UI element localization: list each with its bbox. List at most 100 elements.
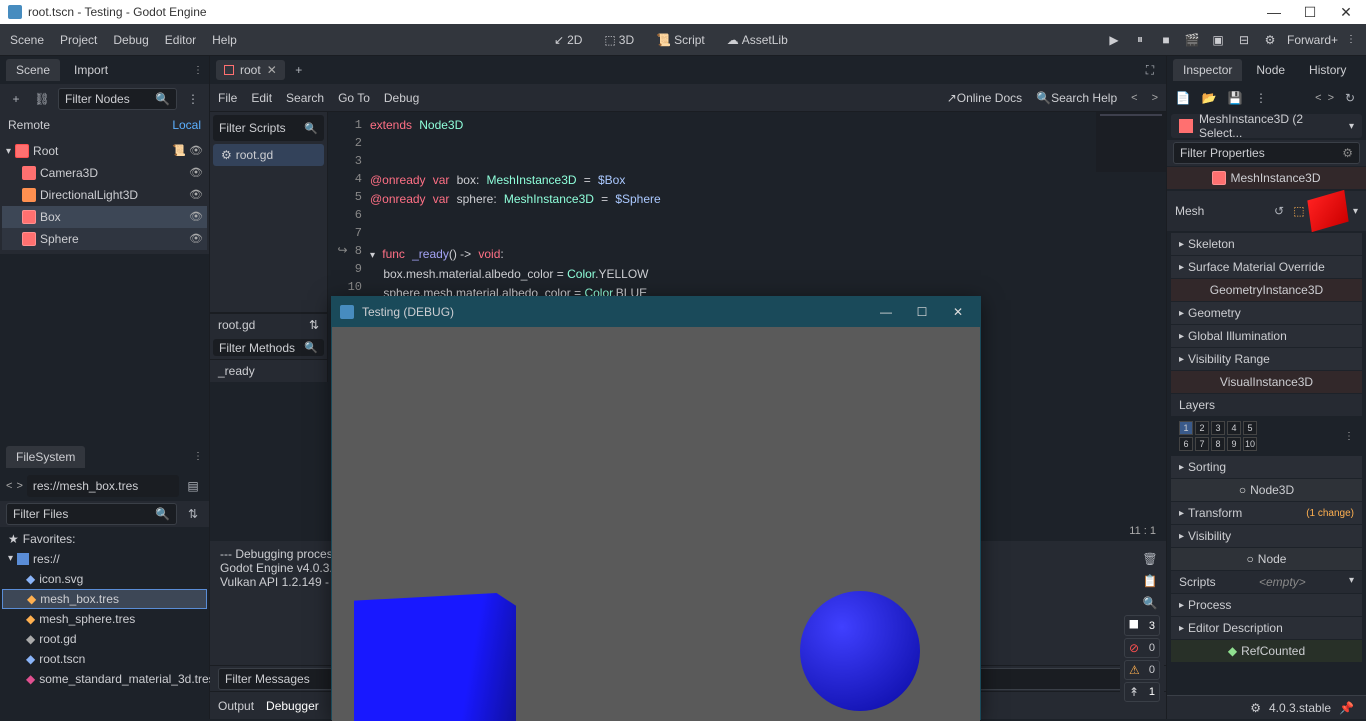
warning-count[interactable]: ⚠0 [1124,660,1160,680]
prop-mesh-dropdown[interactable]: ▾ [1353,206,1358,217]
game-maximize-button[interactable]: ☐ [908,305,936,319]
menu-debug[interactable]: Debug [113,33,148,47]
scene-menu-icon[interactable]: ⋮ [183,89,203,109]
layer-2[interactable]: 2 [1195,421,1209,435]
class-header-geometryinstance3d[interactable]: GeometryInstance3D [1171,279,1362,301]
remote-toggle[interactable]: Remote [8,118,50,132]
sect-visibility[interactable]: ▸Visibility [1171,525,1362,547]
sect-skeleton[interactable]: ▸Skeleton [1171,233,1362,255]
maximize-button[interactable]: ☐ [1298,4,1322,21]
online-docs-button[interactable]: ↗Online Docs [947,91,1022,105]
clear-output-button[interactable]: 🗑 [1140,549,1160,569]
search-help-button[interactable]: 🔍Search Help [1036,91,1117,105]
filter-scripts-input[interactable]: Filter Scripts🔍 [213,115,324,141]
dock-menu-icon[interactable]: ⋮ [193,65,203,76]
script-nav-back[interactable]: < [1131,92,1137,104]
renderer-select[interactable]: Forward+ [1287,33,1338,47]
menu-help[interactable]: Help [212,33,237,47]
layers-menu-icon[interactable]: ⋮ [1344,431,1354,442]
mode-assetlib[interactable]: ☁AssetLib [721,29,794,51]
tab-scene[interactable]: Scene [6,59,60,81]
link-node-button[interactable]: ⛓ [32,89,52,109]
close-button[interactable]: ✕ [1334,4,1358,21]
tab-filesystem[interactable]: FileSystem [6,446,85,468]
filter-nodes-input[interactable]: Filter Nodes🔍 [58,88,177,110]
layer-1[interactable]: 1 [1179,421,1193,435]
sect-gi[interactable]: ▸Global Illumination [1171,325,1362,347]
sect-editor-desc[interactable]: ▸Editor Description [1171,617,1362,639]
inspector-object[interactable]: MeshInstance3D (2 Select...▾ [1171,114,1362,138]
prop-mesh-res-icon[interactable]: ⬚ [1289,201,1309,221]
script-name-row[interactable]: root.gd⇅ [210,313,327,336]
insp-fwd-button[interactable]: > [1328,92,1334,104]
res-root-row[interactable]: ▾res:// [2,549,207,569]
sect-vis-range[interactable]: ▸Visibility Range [1171,348,1362,370]
script-menu-debug[interactable]: Debug [384,91,419,105]
play-scene-button[interactable]: 🎬 [1183,31,1201,49]
insp-history-button[interactable]: ↻ [1340,88,1360,108]
fs-sort-button[interactable]: ⇅ [183,504,203,524]
sect-sorting[interactable]: ▸Sorting [1171,456,1362,478]
script-menu-goto[interactable]: Go To [338,91,370,105]
prop-mesh-reset[interactable]: ↺ [1269,201,1289,221]
sect-process[interactable]: ▸Process [1171,594,1362,616]
class-header-node3d[interactable]: ○ Node3D [1171,479,1362,501]
play-project-button[interactable]: ▶ [1105,31,1123,49]
fs-path[interactable]: res://mesh_box.tres [27,475,179,497]
distraction-free-button[interactable]: ⛶ [1140,60,1160,80]
insp-load-button[interactable]: 📂 [1199,88,1219,108]
game-close-button[interactable]: ✕ [944,305,972,319]
bottom-tab-output[interactable]: Output [218,699,254,713]
file-mesh_sphere-tres[interactable]: ◆ mesh_sphere.tres [2,609,207,629]
insp-new-button[interactable]: 📄 [1173,88,1193,108]
script-list-item[interactable]: ⚙ root.gd [213,144,324,166]
mesh-preview[interactable] [1307,190,1348,232]
code-editor[interactable]: extends Node3D @onready var box: MeshIns… [370,112,1166,312]
file-root-tscn[interactable]: ◆ root.tscn [2,649,207,669]
layer-8[interactable]: 8 [1211,437,1225,451]
search-output-button[interactable]: 🔍 [1140,593,1160,613]
insp-menu-icon[interactable]: ⋮ [1251,88,1271,108]
sect-transform[interactable]: ▸Transform(1 change) [1171,502,1362,524]
fs-split-button[interactable]: ▤ [183,476,203,496]
rendering-button[interactable]: ⚙ [1261,31,1279,49]
scene-node-root[interactable]: ▾Root📜👁 [2,140,207,162]
script-menu-search[interactable]: Search [286,91,324,105]
prop-script-value[interactable]: <empty> [1259,575,1306,589]
menu-scene[interactable]: Scene [10,33,44,47]
fs-fwd-button[interactable]: > [16,480,22,492]
layer-7[interactable]: 7 [1195,437,1209,451]
copy-output-button[interactable]: 📋 [1140,571,1160,591]
file-icon-svg[interactable]: ◆ icon.svg [2,569,207,589]
method-list-item[interactable]: _ready [210,359,327,382]
game-window[interactable]: Testing (DEBUG) — ☐ ✕ [331,296,981,720]
tab-node[interactable]: Node [1246,59,1295,81]
insp-save-button[interactable]: 💾 [1225,88,1245,108]
renderer-chevron-icon[interactable]: ⋮ [1346,34,1356,45]
layer-3[interactable]: 3 [1211,421,1225,435]
sect-surface-material[interactable]: ▸Surface Material Override [1171,256,1362,278]
play-custom-button[interactable]: ▣ [1209,31,1227,49]
tab-inspector[interactable]: Inspector [1173,59,1242,81]
bottom-tab-debugger[interactable]: Debugger [266,699,319,713]
class-header-meshinstance3d[interactable]: MeshInstance3D [1167,167,1366,189]
minimap[interactable] [1096,112,1166,172]
local-toggle[interactable]: Local [172,118,201,132]
game-minimize-button[interactable]: — [872,305,900,319]
class-header-node[interactable]: ○ Node [1171,548,1362,570]
filter-properties-input[interactable]: Filter Properties⚙ [1173,142,1360,164]
file-mesh_box-tres[interactable]: ◆ mesh_box.tres [2,589,207,609]
class-header-visualinstance3d[interactable]: VisualInstance3D [1171,371,1362,393]
scene-node-camera3d[interactable]: Camera3D👁 [2,162,207,184]
add-node-button[interactable]: + [6,89,26,109]
tab-import[interactable]: Import [64,59,118,81]
script-nav-fwd[interactable]: > [1152,92,1158,104]
file-some_standard_material_3d-tres[interactable]: ◆ some_standard_material_3d.tres [2,669,207,689]
script-menu-edit[interactable]: Edit [251,91,272,105]
sect-geometry[interactable]: ▸Geometry [1171,302,1362,324]
menu-project[interactable]: Project [60,33,97,47]
menu-editor[interactable]: Editor [165,33,196,47]
info-count[interactable]: ↟1 [1124,682,1160,702]
pause-button[interactable]: ⏸ [1131,31,1149,49]
layer-9[interactable]: 9 [1227,437,1241,451]
